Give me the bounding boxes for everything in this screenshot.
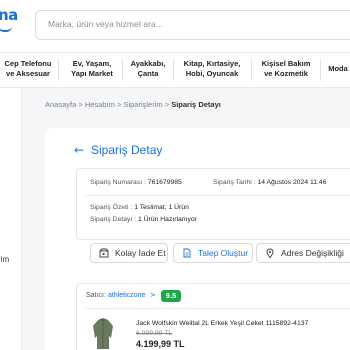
category-label: Kişisel Bakım [261, 59, 311, 68]
category-divider [320, 59, 321, 81]
search-input[interactable]: Marka, ürün veya hizmet ara... [35, 10, 350, 40]
product-old-price: 6.999,99 TL [136, 330, 173, 337]
category-label: ve Aksesuar [6, 69, 50, 78]
return-box-icon [99, 248, 109, 258]
category-shoes[interactable]: Ayakkabı, Çanta [124, 59, 172, 79]
seller-label: Satıcı: [86, 292, 106, 299]
easy-return-button[interactable]: Kolay İade Et [90, 243, 168, 263]
category-label: Cep Telefonu [4, 59, 52, 68]
logo-smile-mark [0, 24, 12, 32]
product-name[interactable]: Jack Wolfskin Weiltal 2L Erkek Yeşil Cek… [136, 320, 308, 327]
category-nav: Cep Telefonu ve Aksesuar Ev, Yaşam, Yapı… [0, 52, 350, 88]
sidebar-item-label[interactable]: rim [0, 255, 9, 264]
summary-divider [84, 195, 350, 196]
category-home[interactable]: Ev, Yaşam, Yapı Market [62, 59, 122, 79]
create-request-button[interactable]: Talep Oluştur [173, 243, 253, 263]
category-divider [58, 59, 59, 81]
category-phones[interactable]: Cep Telefonu ve Aksesuar [2, 59, 54, 79]
page-title: Sipariş Detay [91, 143, 163, 157]
seller-link[interactable]: athleticzone [108, 292, 145, 299]
category-divider [173, 59, 174, 81]
category-label: Hobi, Oyuncak [185, 69, 239, 78]
order-summary-value: 1 Teslimat, 1 Ürün [134, 204, 189, 211]
change-address-button[interactable]: Adres Değişikliği [256, 243, 350, 263]
category-books[interactable]: Kitap, Kırtasiye, Hobi, Oyuncak [176, 59, 248, 79]
change-address-label: Adres Değişikliği [281, 248, 344, 258]
product-thumbnail[interactable] [91, 316, 115, 350]
breadcrumb-current: Sipariş Detayı [171, 100, 221, 109]
order-number-label: Sipariş Numarası : [90, 179, 146, 186]
product-price: 4.199,99 TL [136, 339, 185, 349]
order-date-value: 14 Ağustos 2024 11:46 [257, 179, 327, 186]
breadcrumb-item[interactable]: Anasayfa [45, 100, 76, 109]
seller-score-badge: 9.5 [161, 290, 181, 302]
site-logo[interactable]: na [0, 6, 18, 24]
category-personal-care[interactable]: Kişisel Bakım ve Kozmetik [256, 59, 316, 79]
category-label: Yapı Market [71, 69, 113, 78]
order-date: Sipariş Tarihi : 14 Ağustos 2024 11:46 [213, 179, 327, 186]
order-number: Sipariş Numarası : 761679985 [90, 179, 182, 186]
category-divider [122, 59, 123, 81]
breadcrumb-separator: > [164, 100, 170, 109]
category-label: Çanta [137, 69, 159, 78]
breadcrumb: Anasayfa > Hesabım > Siparişlerim > Sipa… [45, 100, 221, 109]
category-label: Ev, Yaşam, [72, 59, 112, 68]
category-fashion[interactable]: Moda [324, 64, 350, 74]
search-placeholder: Marka, ürün veya hizmet ara... [48, 19, 163, 29]
category-label: Ayakkabı, [130, 59, 166, 68]
easy-return-label: Kolay İade Et [115, 248, 166, 258]
category-label: Moda [328, 64, 348, 73]
create-request-label: Talep Oluştur [198, 248, 249, 258]
breadcrumb-item[interactable]: Hesabım [85, 100, 115, 109]
order-detail-label: Sipariş Detayı : [90, 216, 137, 223]
order-date-label: Sipariş Tarihi : [213, 179, 256, 186]
breadcrumb-separator: > [78, 100, 83, 109]
category-label: ve Kozmetik [264, 69, 308, 78]
product-divider [84, 308, 350, 309]
order-detail-status: Sipariş Detayı : 1 Ürün Hazırlanıyor [90, 216, 197, 223]
order-summary: Sipariş Özeti : 1 Teslimat, 1 Ürün [90, 204, 189, 211]
order-summary-label: Sipariş Özeti : [90, 204, 133, 211]
category-label: Kitap, Kırtasiye, [183, 59, 241, 68]
header: na Marka, ürün veya hizmet ara... [0, 0, 350, 52]
order-number-value: 761679985 [147, 179, 182, 186]
account-sidebar [0, 88, 22, 350]
breadcrumb-item[interactable]: Siparişlerim [123, 100, 162, 109]
chevron-right-icon[interactable]: > [150, 291, 156, 299]
back-arrow-icon[interactable]: ← [74, 143, 84, 157]
order-detail-value: 1 Ürün Hazırlanıyor [137, 216, 197, 223]
category-divider [251, 59, 252, 81]
document-icon [183, 248, 191, 258]
location-pin-icon [266, 248, 274, 258]
breadcrumb-separator: > [116, 100, 122, 109]
